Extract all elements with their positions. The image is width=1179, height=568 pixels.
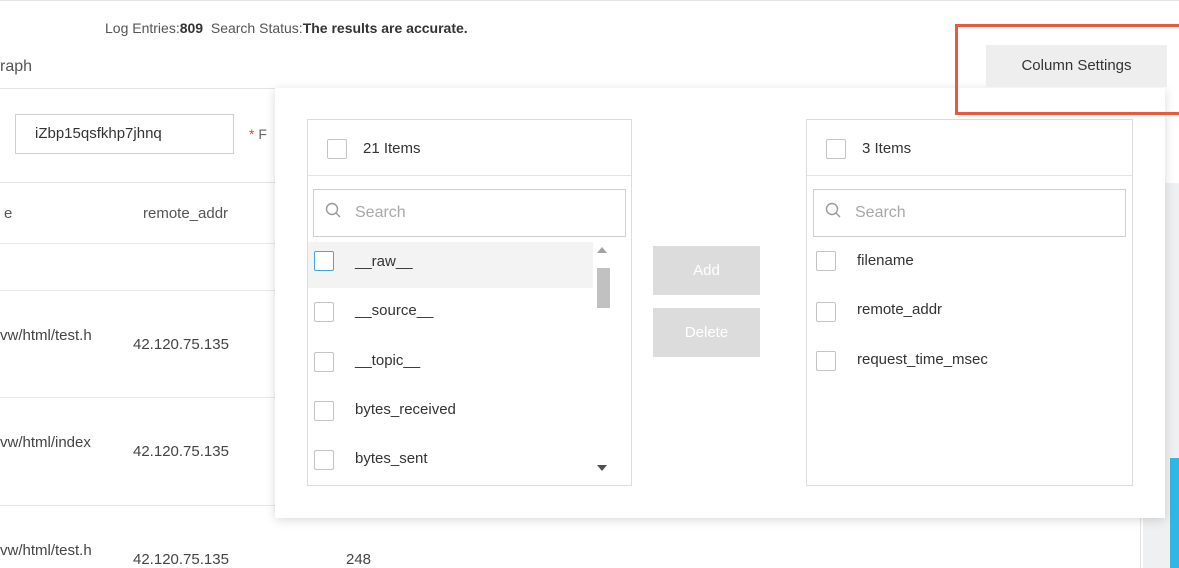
select-all-selected-checkbox[interactable]	[826, 139, 846, 159]
item-checkbox[interactable]	[314, 401, 334, 421]
selected-count-label: 3 Items	[862, 140, 912, 157]
search-icon	[825, 202, 841, 218]
required-star: *	[249, 126, 255, 142]
search-status-bar: Log Entries:809 Search Status:The result…	[105, 20, 468, 36]
selected-item-request-time-msec[interactable]: request_time_msec	[807, 334, 1132, 380]
column-header-remote-addr[interactable]: remote_addr	[143, 205, 228, 222]
available-search-input[interactable]: Search	[313, 189, 626, 237]
item-checkbox[interactable]	[314, 450, 334, 470]
item-label: remote_addr	[857, 301, 943, 318]
item-label: __raw__	[355, 253, 413, 270]
available-count-label: 21 Items	[363, 140, 421, 157]
scroll-down-arrow-icon[interactable]	[597, 465, 607, 471]
selected-columns-list: 3 Items Search filename remote_addr requ…	[806, 119, 1133, 486]
available-item-topic[interactable]: __topic__	[308, 334, 593, 380]
highlight-annotation-box	[955, 24, 1179, 115]
available-search-placeholder: Search	[355, 204, 406, 221]
available-item-raw[interactable]: __raw__	[308, 242, 593, 288]
required-label-text: F	[258, 126, 267, 142]
item-label: bytes_sent	[355, 450, 428, 467]
tab-graph[interactable]: raph	[0, 58, 32, 76]
select-all-available-checkbox[interactable]	[327, 139, 347, 159]
selected-item-remote-addr[interactable]: remote_addr	[807, 288, 1132, 334]
selected-columns-header: 3 Items	[807, 120, 1132, 176]
available-item-bytes-received[interactable]: bytes_received	[308, 380, 593, 426]
table-cell-value: 248	[346, 551, 372, 568]
item-label: __topic__	[355, 352, 421, 369]
filter-value-input[interactable]: iZbp15qsfkhp7jhnq	[15, 114, 234, 154]
table-cell-path: vw/html/test.h	[0, 542, 92, 559]
table-cell-path: vw/html/index	[0, 434, 91, 451]
table-cell-remote-addr: 42.120.75.135	[133, 443, 229, 460]
available-item-bytes-sent[interactable]: bytes_sent	[308, 426, 593, 472]
item-checkbox[interactable]	[314, 352, 334, 372]
available-columns-list: 21 Items Search __raw__ __source__ __top…	[307, 119, 632, 486]
item-checkbox[interactable]	[816, 351, 836, 371]
available-columns-header: 21 Items	[308, 120, 631, 176]
search-icon	[325, 202, 341, 218]
item-checkbox[interactable]	[816, 302, 836, 322]
scroll-thumb[interactable]	[597, 268, 610, 308]
item-checkbox[interactable]	[314, 251, 334, 271]
item-label: request_time_msec	[857, 351, 988, 368]
item-checkbox[interactable]	[816, 251, 836, 271]
table-cell-path: vw/html/test.h	[0, 327, 92, 344]
selected-item-filename[interactable]: filename	[807, 242, 1132, 288]
delete-button[interactable]: Delete	[653, 308, 760, 357]
table-cell-remote-addr: 42.120.75.135	[133, 336, 229, 353]
add-button[interactable]: Add	[653, 246, 760, 295]
available-item-source[interactable]: __source__	[308, 288, 593, 334]
table-cell-remote-addr: 42.120.75.135	[133, 551, 229, 568]
item-label: __source__	[355, 302, 434, 319]
search-status-label: Search Status:	[210, 20, 303, 36]
item-checkbox[interactable]	[314, 302, 334, 322]
side-panel-tab[interactable]	[1170, 458, 1179, 568]
item-label: filename	[857, 252, 914, 269]
selected-search-input[interactable]: Search	[813, 189, 1126, 237]
item-label: bytes_received	[355, 401, 456, 418]
available-list-scrollbar[interactable]	[593, 241, 613, 481]
top-divider	[0, 0, 1179, 1]
column-header-path[interactable]: e	[4, 205, 12, 222]
scroll-up-arrow-icon[interactable]	[597, 247, 607, 253]
log-entries-count: 809	[179, 20, 204, 36]
search-status-value: The results are accurate.	[302, 20, 468, 36]
log-entries-label: Log Entries:	[105, 20, 180, 36]
required-field-label: * F	[249, 126, 267, 142]
selected-search-placeholder: Search	[855, 204, 906, 221]
